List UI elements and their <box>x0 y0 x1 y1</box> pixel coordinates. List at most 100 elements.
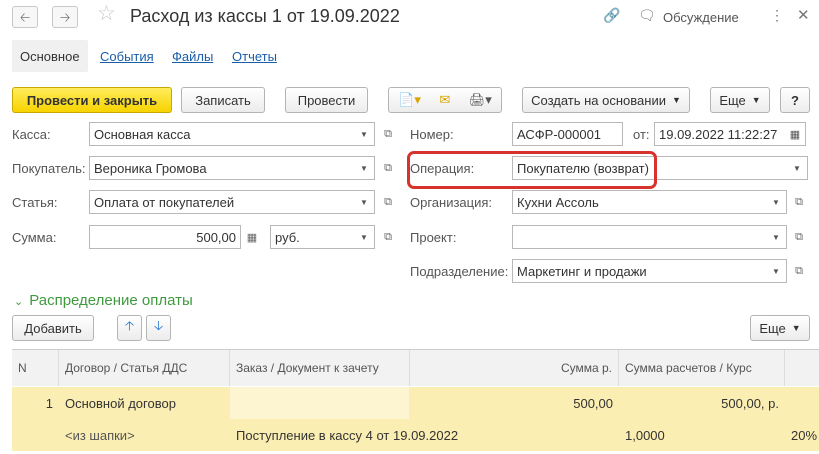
chevron-down-icon[interactable]: ▼ <box>354 191 374 213</box>
chevron-down-icon[interactable]: ▼ <box>766 226 786 248</box>
buyer-value: Вероника Громова <box>94 160 207 176</box>
more-button[interactable]: Еще ▼ <box>710 87 770 113</box>
number-value: АСФР-000001 <box>517 126 602 142</box>
chevron-down-icon[interactable]: ▼ <box>766 191 786 213</box>
back-button[interactable]: 🡠 <box>12 6 38 28</box>
open-icon[interactable]: ⧉ <box>378 156 398 180</box>
move-up-button[interactable]: 🡡 <box>117 315 142 341</box>
kassa-label: Касса: <box>12 127 51 142</box>
department-value: Маркетинг и продажи <box>517 263 647 279</box>
buyer-label: Покупатель: <box>12 161 86 176</box>
tab-main[interactable]: Основное <box>12 40 88 72</box>
row-number: 1 <box>45 395 53 411</box>
arrow-right-icon: 🡢 <box>59 9 71 25</box>
number-label: Номер: <box>410 127 454 142</box>
chevron-down-icon[interactable]: ▼ <box>787 157 807 179</box>
date-value: 19.09.2022 11:22:27 <box>659 126 778 142</box>
chevron-down-icon[interactable]: ▼ <box>354 226 374 248</box>
organization-value: Кухни Ассоль <box>517 194 599 210</box>
printer-icon[interactable]: 🖨▾ <box>469 92 492 108</box>
create-based-on-button[interactable]: Создать на основании ▼ <box>522 87 690 113</box>
save-button[interactable]: Записать <box>181 87 265 113</box>
article-value: Оплата от покупателей <box>94 194 235 210</box>
project-label: Проект: <box>410 230 457 245</box>
add-button[interactable]: Добавить <box>12 315 94 341</box>
arrow-left-icon: 🡠 <box>19 9 31 25</box>
chevron-down-icon: ▼ <box>671 95 681 105</box>
open-icon[interactable]: ⧉ <box>789 259 809 283</box>
number-field[interactable]: АСФР-000001 <box>512 122 623 146</box>
chevron-down-icon: ▼ <box>791 323 801 333</box>
highlight-box <box>407 151 657 189</box>
mail-icon[interactable]: ✉ <box>439 92 450 108</box>
chevron-down-icon[interactable]: ▼ <box>354 123 374 145</box>
tab-files[interactable]: Файлы <box>164 40 221 72</box>
help-button[interactable]: ? <box>780 87 810 113</box>
article-field[interactable]: Оплата от покупателей ▼ <box>89 190 375 214</box>
discussion-button[interactable]: Обсуждение <box>663 10 739 25</box>
table-row[interactable]: 1 Основной договор 500,00 500,00, р. <box>12 387 819 419</box>
kassa-field[interactable]: Основная касса ▼ <box>89 122 375 146</box>
distribution-section-header[interactable]: ⌄ Распределение оплаты <box>14 292 193 309</box>
chat-icon[interactable]: 🗨 <box>638 8 656 22</box>
close-icon[interactable]: ✕ <box>797 8 810 23</box>
distribution-title: Распределение оплаты <box>29 292 193 309</box>
buyer-field[interactable]: Вероника Громова ▼ <box>89 156 375 180</box>
arrow-down-icon: 🡣 <box>153 318 164 333</box>
row-document[interactable]: Поступление в кассу 4 от 19.09.2022 <box>230 419 619 451</box>
amount-label: Сумма: <box>12 230 57 245</box>
arrow-up-icon: 🡡 <box>124 318 135 333</box>
post-and-close-button[interactable]: Провести и закрыть <box>12 87 172 113</box>
date-label: от: <box>633 127 650 142</box>
tab-events[interactable]: События <box>92 40 162 72</box>
create-based-on-label: Создать на основании <box>531 92 666 108</box>
calendar-icon[interactable]: ▦ <box>785 123 805 145</box>
open-icon[interactable]: ⧉ <box>789 190 809 214</box>
column-header-settlement[interactable]: Сумма расчетов / Курс <box>619 350 785 386</box>
link-icon[interactable]: 🔗 <box>603 8 620 22</box>
department-field[interactable]: Маркетинг и продажи ▼ <box>512 259 787 283</box>
open-icon[interactable]: ⧉ <box>378 122 398 146</box>
organization-field[interactable]: Кухни Ассоль ▼ <box>512 190 787 214</box>
calculator-icon[interactable]: ▦ <box>242 225 262 249</box>
column-header-contract[interactable]: Договор / Статья ДДС <box>59 350 230 386</box>
post-button[interactable]: Провести <box>285 87 368 113</box>
row-order[interactable] <box>230 387 409 419</box>
article-label: Статья: <box>12 195 58 210</box>
star-icon[interactable]: ☆ <box>97 3 116 24</box>
currency-field[interactable]: руб. ▼ <box>270 225 375 249</box>
project-field[interactable]: ▼ <box>512 225 787 249</box>
vertical-dots-icon[interactable]: ⋮ <box>770 8 784 22</box>
document-title: Расход из кассы 1 от 19.09.2022 <box>130 6 400 26</box>
more-label: Еще <box>719 92 746 108</box>
organization-label: Организация: <box>410 195 493 210</box>
row-extra: 20% <box>791 427 818 443</box>
column-header-extra <box>785 350 819 386</box>
chevron-down-icon: ⌄ <box>14 296 24 308</box>
document-icon[interactable]: 📄▾ <box>398 92 421 108</box>
open-icon[interactable]: ⧉ <box>378 190 398 214</box>
table-more-button[interactable]: Еще ▼ <box>750 315 810 341</box>
column-header-n[interactable]: N <box>12 350 59 386</box>
open-icon[interactable]: ⧉ <box>378 225 398 249</box>
currency-value: руб. <box>275 229 300 245</box>
move-down-button[interactable]: 🡣 <box>146 315 171 341</box>
row-rate[interactable]: 1,0000 <box>619 419 785 451</box>
chevron-down-icon: ▼ <box>751 95 761 105</box>
chevron-down-icon[interactable]: ▼ <box>766 260 786 282</box>
print-group[interactable]: 📄▾ ✉ 🖨▾ <box>388 87 502 113</box>
forward-button[interactable]: 🡢 <box>52 6 78 28</box>
amount-field[interactable]: 500,00 <box>89 225 241 249</box>
chevron-down-icon[interactable]: ▼ <box>354 157 374 179</box>
amount-value: 500,00 <box>196 229 236 245</box>
column-header-amount[interactable]: Сумма р. <box>409 350 619 386</box>
row-settlement[interactable]: 500,00, р. <box>619 387 785 419</box>
kassa-value: Основная касса <box>94 126 191 142</box>
open-icon[interactable]: ⧉ <box>789 225 809 249</box>
row-contract[interactable]: Основной договор <box>59 387 230 419</box>
table-row-sub[interactable]: <из шапки> Поступление в кассу 4 от 19.0… <box>12 419 819 451</box>
date-field[interactable]: 19.09.2022 11:22:27 ▦ <box>654 122 806 146</box>
tab-reports[interactable]: Отчеты <box>224 40 285 72</box>
row-amount[interactable]: 500,00 <box>409 387 619 419</box>
row-article[interactable]: <из шапки> <box>59 419 230 451</box>
